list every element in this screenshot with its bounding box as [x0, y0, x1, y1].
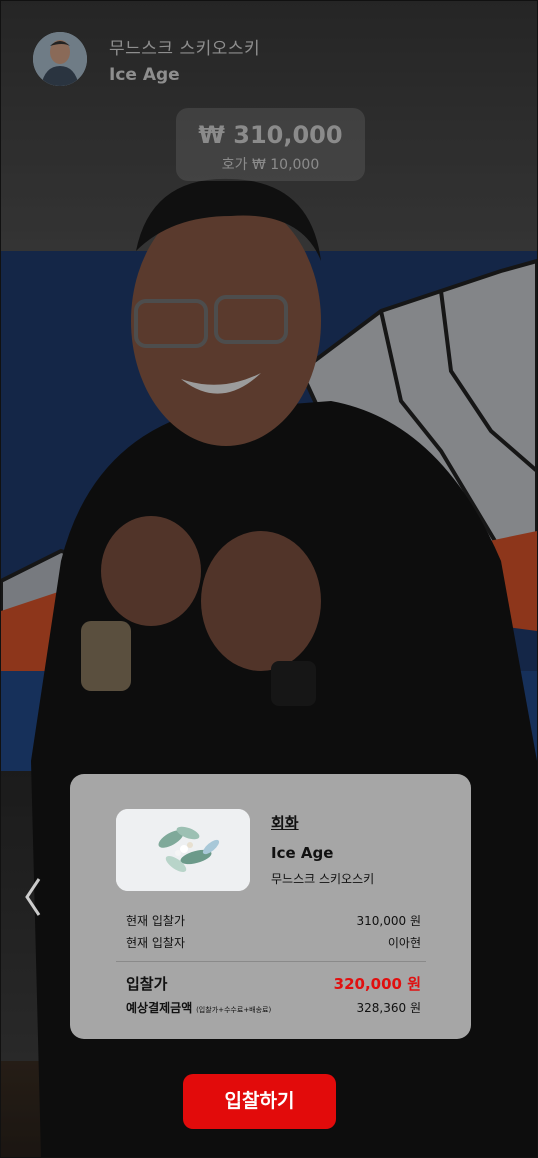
auction-screen: 무느스크 스키오스키 Ice Age ₩ 310,000 호가 ₩ 10,000 [0, 0, 538, 1158]
estimate-label: 예상결제금액 [126, 1000, 193, 1015]
current-price-box: ₩ 310,000 호가 ₩ 10,000 [176, 108, 365, 181]
estimate-note: (입찰가+수수료+배송료) [196, 1005, 272, 1014]
estimate-value: 328,360 원 [356, 1000, 421, 1015]
bid-price-label: 입찰가 [126, 974, 168, 993]
current-price: ₩ 310,000 [198, 121, 343, 149]
artwork-title: Ice Age [109, 64, 180, 85]
bid-price-row: 입찰가 320,000 원 [126, 970, 421, 996]
card-artwork-title: Ice Age [271, 844, 334, 862]
current-bidder-row: 현재 입찰자 이아현 [126, 931, 421, 953]
card-artist-name: 무느스크 스키오스키 [271, 872, 375, 886]
artwork-category[interactable]: 회화 [271, 812, 374, 833]
divider [116, 961, 426, 962]
current-bidder-value: 이아현 [387, 935, 421, 950]
artist-name: 무느스크 스키오스키 [109, 38, 261, 59]
chevron-left-icon[interactable] [23, 875, 45, 919]
artwork-thumbnail[interactable] [116, 809, 250, 891]
current-bid-row: 현재 입찰가 310,000 원 [126, 909, 421, 931]
bid-price-value: 320,000 원 [333, 974, 421, 993]
estimate-row: 예상결제금액 (입찰가+수수료+배송료) 328,360 원 [126, 996, 421, 1018]
bid-increment: 호가 ₩ 10,000 [221, 157, 320, 173]
bid-card: 회화 Ice Age 무느스크 스키오스키 현재 입찰가 310,000 원 현… [70, 774, 471, 1039]
current-bid-value: 310,000 원 [356, 913, 421, 928]
avatar[interactable] [33, 32, 87, 86]
current-bid-label: 현재 입찰가 [126, 913, 186, 928]
current-bidder-label: 현재 입찰자 [126, 935, 186, 950]
bid-details: 현재 입찰가 310,000 원 현재 입찰자 이아현 입찰가 320,000 … [116, 909, 426, 1018]
place-bid-button[interactable]: 입찰하기 [183, 1074, 336, 1129]
avatar-image [33, 32, 87, 86]
artist-header: 무느스크 스키오스키 Ice Age [33, 32, 260, 86]
